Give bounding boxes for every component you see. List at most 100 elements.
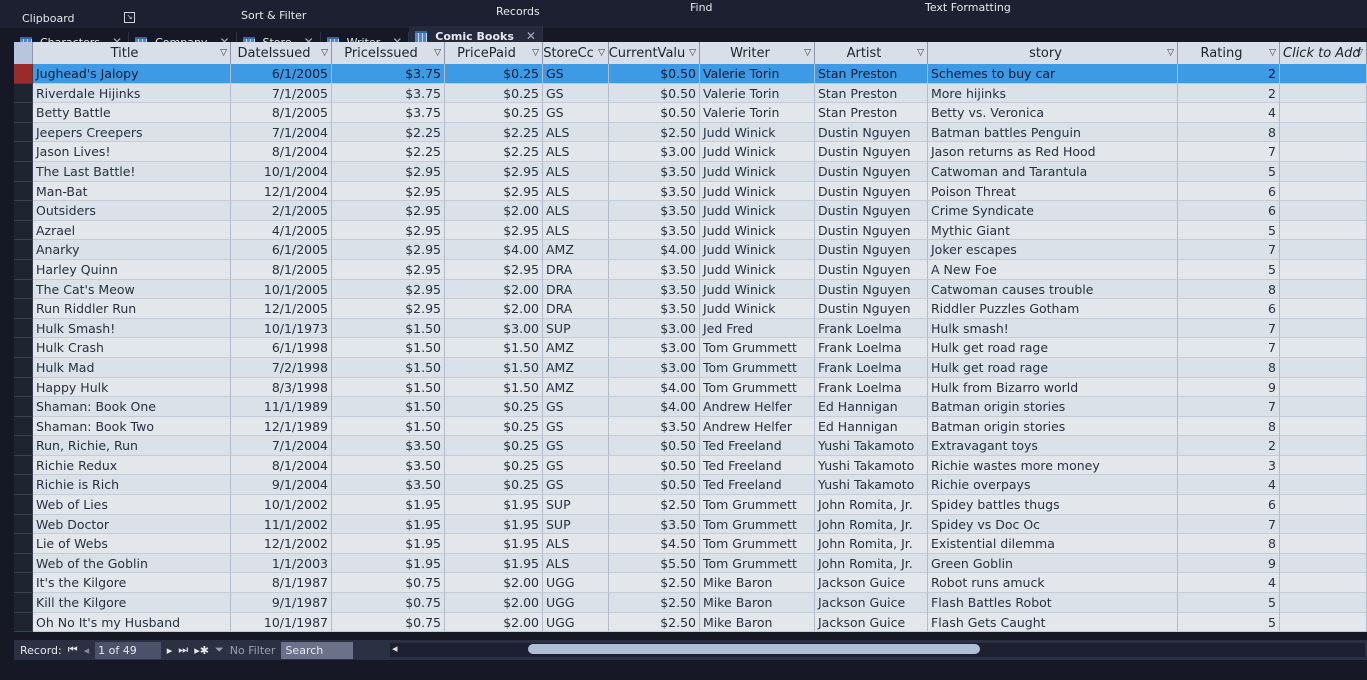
cell-artist[interactable]: Frank Loelma — [815, 338, 928, 358]
cell-title[interactable]: Happy Hulk — [33, 377, 231, 398]
row-selector[interactable] — [14, 161, 33, 182]
cell-story[interactable]: Catwoman causes trouble — [928, 279, 1178, 300]
cell-currentvalu[interactable]: $3.50 — [609, 416, 700, 437]
cell-click-to-add[interactable] — [1280, 553, 1367, 574]
row-selector[interactable] — [14, 377, 33, 398]
cell-artist[interactable]: John Romita, Jr. — [815, 514, 928, 535]
cell-rating[interactable]: 6 — [1178, 201, 1280, 221]
cell-dateissued[interactable]: 12/1/1989 — [231, 416, 332, 437]
cell-dateissued[interactable]: 6/1/2005 — [231, 240, 332, 260]
column-header-story[interactable]: story ▽ — [928, 42, 1178, 64]
cell-story[interactable]: Existential dilemma — [928, 534, 1178, 554]
new-record-icon[interactable]: ▸✱ — [194, 644, 209, 657]
cell-currentvalu[interactable]: $4.50 — [609, 534, 700, 554]
column-header-writer[interactable]: Writer ▽ — [700, 42, 815, 64]
cell-click-to-add[interactable] — [1280, 357, 1367, 378]
cell-story[interactable]: Catwoman and Tarantula — [928, 161, 1178, 182]
next-record-icon[interactable]: ▸ — [167, 644, 173, 657]
cell-artist[interactable]: John Romita, Jr. — [815, 534, 928, 554]
sort-dropdown-icon[interactable]: ▽ — [434, 48, 441, 58]
table-row[interactable]: Run Riddler Run 12/1/2005 $2.95 $2.00 DRA $3.… — [14, 299, 1367, 319]
cell-writer[interactable]: Tom Grummett — [700, 377, 815, 398]
cell-writer[interactable]: Tom Grummett — [700, 357, 815, 378]
cell-story[interactable]: Flash Gets Caught — [928, 612, 1178, 633]
cell-storecc[interactable]: GS — [543, 416, 609, 437]
cell-title[interactable]: Jughead's Jalopy — [33, 64, 231, 84]
cell-writer[interactable]: Judd Winick — [700, 142, 815, 162]
cell-artist[interactable]: Stan Preston — [815, 83, 928, 104]
cell-title[interactable]: Web of Lies — [33, 495, 231, 515]
cell-dateissued[interactable]: 10/1/2005 — [231, 279, 332, 300]
cell-click-to-add[interactable] — [1280, 514, 1367, 535]
cell-rating[interactable]: 6 — [1178, 181, 1280, 202]
cell-rating[interactable]: 5 — [1178, 220, 1280, 241]
table-row[interactable]: Betty Battle 8/1/2005 $3.75 $0.25 GS $0.50 Val… — [14, 103, 1367, 123]
cell-pricepaid[interactable]: $2.95 — [445, 259, 543, 280]
table-row[interactable]: Web of Lies 10/1/2002 $1.95 $1.95 SUP $2.50 To… — [14, 495, 1367, 515]
cell-title[interactable]: Harley Quinn — [33, 259, 231, 280]
row-selector[interactable] — [14, 201, 33, 221]
row-selector[interactable] — [14, 357, 33, 378]
cell-dateissued[interactable]: 7/1/2004 — [231, 436, 332, 456]
cell-dateissued[interactable]: 8/1/2005 — [231, 103, 332, 123]
sort-dropdown-icon[interactable]: ▽ — [1356, 48, 1363, 58]
row-selector[interactable] — [14, 593, 33, 613]
cell-pricepaid[interactable]: $1.50 — [445, 338, 543, 358]
cell-currentvalu[interactable]: $4.00 — [609, 397, 700, 417]
sort-dropdown-icon[interactable]: ▽ — [804, 48, 811, 58]
cell-priceissued[interactable]: $1.50 — [332, 357, 445, 378]
cell-title[interactable]: Jeepers Creepers — [33, 122, 231, 143]
cell-story[interactable]: Poison Threat — [928, 181, 1178, 202]
cell-currentvalu[interactable]: $3.50 — [609, 259, 700, 280]
cell-title[interactable]: Riverdale Hijinks — [33, 83, 231, 104]
cell-currentvalu[interactable]: $5.50 — [609, 553, 700, 574]
cell-pricepaid[interactable]: $1.95 — [445, 534, 543, 554]
cell-artist[interactable]: Stan Preston — [815, 64, 928, 84]
cell-story[interactable]: Spidey battles thugs — [928, 495, 1178, 515]
cell-priceissued[interactable]: $1.50 — [332, 318, 445, 339]
cell-writer[interactable]: Tom Grummett — [700, 553, 815, 574]
table-row[interactable]: Web Doctor 11/1/2002 $1.95 $1.95 SUP $3.50 Tom… — [14, 514, 1367, 535]
cell-currentvalu[interactable]: $3.50 — [609, 299, 700, 319]
cell-title[interactable]: Shaman: Book One — [33, 397, 231, 417]
previous-record-icon[interactable]: ◂ — [84, 644, 90, 657]
column-header-dateissued[interactable]: DateIssued ▽ — [231, 42, 332, 64]
cell-writer[interactable]: Mike Baron — [700, 612, 815, 633]
cell-priceissued[interactable]: $2.95 — [332, 220, 445, 241]
cell-priceissued[interactable]: $3.75 — [332, 64, 445, 84]
cell-dateissued[interactable]: 9/1/2004 — [231, 475, 332, 496]
cell-click-to-add[interactable] — [1280, 455, 1367, 476]
cell-rating[interactable]: 8 — [1178, 357, 1280, 378]
cell-click-to-add[interactable] — [1280, 142, 1367, 162]
cell-title[interactable]: Kill the Kilgore — [33, 593, 231, 613]
cell-dateissued[interactable]: 11/1/2002 — [231, 514, 332, 535]
table-row[interactable]: Richie is Rich 9/1/2004 $3.50 $0.25 GS $0.50 T… — [14, 475, 1367, 496]
row-selector[interactable] — [14, 64, 33, 84]
cell-title[interactable]: Richie is Rich — [33, 475, 231, 496]
cell-click-to-add[interactable] — [1280, 593, 1367, 613]
cell-pricepaid[interactable]: $0.25 — [445, 475, 543, 496]
cell-artist[interactable]: Frank Loelma — [815, 318, 928, 339]
cell-writer[interactable]: Judd Winick — [700, 259, 815, 280]
column-header-pricepaid[interactable]: PricePaid ▽ — [445, 42, 543, 64]
cell-story[interactable]: Joker escapes — [928, 240, 1178, 260]
cell-writer[interactable]: Ted Freeland — [700, 436, 815, 456]
cell-dateissued[interactable]: 7/2/1998 — [231, 357, 332, 378]
table-row[interactable]: Jason Lives! 8/1/2004 $2.25 $2.25 ALS $3.00 Ju… — [14, 142, 1367, 162]
cell-currentvalu[interactable]: $3.00 — [609, 338, 700, 358]
row-selector[interactable] — [14, 514, 33, 535]
cell-writer[interactable]: Tom Grummett — [700, 534, 815, 554]
cell-storecc[interactable]: UGG — [543, 612, 609, 633]
cell-writer[interactable]: Judd Winick — [700, 181, 815, 202]
cell-title[interactable]: Outsiders — [33, 201, 231, 221]
cell-rating[interactable]: 8 — [1178, 279, 1280, 300]
cell-story[interactable]: Green Goblin — [928, 553, 1178, 574]
table-row[interactable]: Azrael 4/1/2005 $2.95 $2.95 ALS $3.50 Judd Win… — [14, 220, 1367, 241]
cell-artist[interactable]: Yushi Takamoto — [815, 455, 928, 476]
table-row[interactable]: Harley Quinn 8/1/2005 $2.95 $2.95 DRA $3.50 Ju… — [14, 259, 1367, 280]
cell-dateissued[interactable]: 8/3/1998 — [231, 377, 332, 398]
cell-currentvalu[interactable]: $4.00 — [609, 377, 700, 398]
cell-rating[interactable]: 9 — [1178, 553, 1280, 574]
cell-dateissued[interactable]: 6/1/2005 — [231, 64, 332, 84]
cell-pricepaid[interactable]: $2.95 — [445, 181, 543, 202]
